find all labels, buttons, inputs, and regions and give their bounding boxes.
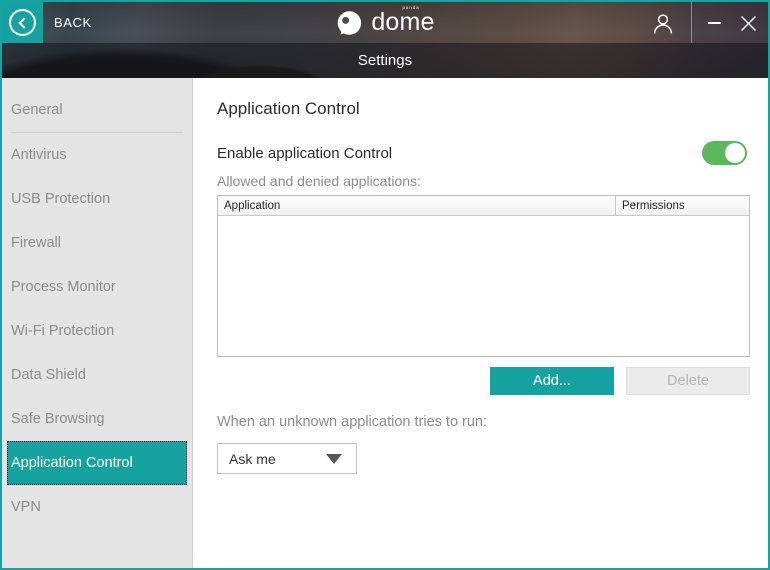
unknown-application-label: When an unknown application tries to run… <box>217 414 488 430</box>
enable-application-control-toggle[interactable] <box>702 141 747 165</box>
sidebar-item-usb-protection[interactable]: USB Protection <box>2 177 192 221</box>
unknown-application-action-dropdown[interactable]: Ask me <box>217 443 357 474</box>
chevron-left-circle-icon <box>9 9 36 36</box>
minimize-button[interactable] <box>702 11 726 35</box>
sidebar-item-label: VPN <box>11 499 41 515</box>
enable-application-control-row: Enable application Control <box>217 140 747 166</box>
sidebar-item-general[interactable]: General <box>2 88 192 132</box>
page-title: Application Control <box>217 99 360 118</box>
sidebar-item-application-control[interactable]: Application Control <box>7 441 187 485</box>
sidebar-item-safe-browsing[interactable]: Safe Browsing <box>2 397 192 441</box>
sidebar-item-label: Data Shield <box>11 367 86 383</box>
back-label[interactable]: BACK <box>54 15 92 30</box>
table-action-buttons: Add... Delete <box>217 367 750 395</box>
brand-word: dome <box>371 8 435 36</box>
settings-sidebar: General Antivirus USB Protection Firewal… <box>2 78 193 568</box>
settings-subheader: Settings <box>2 43 768 78</box>
column-header-permissions[interactable]: Permissions <box>616 196 749 215</box>
applications-table[interactable]: Application Permissions <box>217 195 750 357</box>
enable-application-control-label: Enable application Control <box>217 144 393 162</box>
title-bar: BACK panda dome Settings <box>2 2 768 78</box>
settings-title: Settings <box>357 52 413 69</box>
sidebar-item-label: Antivirus <box>11 147 67 163</box>
user-account-icon[interactable] <box>650 11 676 37</box>
sidebar-item-data-shield[interactable]: Data Shield <box>2 353 192 397</box>
panda-dome-logo-icon <box>335 9 363 37</box>
table-body-empty[interactable] <box>218 216 749 356</box>
sidebar-item-antivirus[interactable]: Antivirus <box>2 133 192 177</box>
sidebar-item-label: General <box>11 102 63 118</box>
delete-button: Delete <box>626 367 750 395</box>
sidebar-item-process-monitor[interactable]: Process Monitor <box>2 265 192 309</box>
dropdown-selected-value: Ask me <box>229 450 276 467</box>
sidebar-item-vpn[interactable]: VPN <box>2 485 192 529</box>
sidebar-item-label: Application Control <box>11 455 133 471</box>
allowed-denied-applications-label: Allowed and denied applications: <box>217 173 421 189</box>
back-button[interactable] <box>2 2 43 43</box>
sidebar-item-label: Safe Browsing <box>11 411 105 427</box>
toggle-knob <box>725 143 745 163</box>
sidebar-item-label: Process Monitor <box>11 279 116 295</box>
settings-content-panel: Application Control Enable application C… <box>194 78 768 568</box>
chevron-down-icon <box>326 453 342 464</box>
sidebar-item-label: USB Protection <box>11 191 111 207</box>
brand-logo: panda dome <box>335 5 435 37</box>
close-button[interactable] <box>736 11 760 35</box>
sidebar-item-firewall[interactable]: Firewall <box>2 221 192 265</box>
add-button[interactable]: Add... <box>490 367 614 395</box>
sidebar-item-label: Wi-Fi Protection <box>11 323 115 339</box>
application-window: BACK panda dome Settings General Antivir… <box>0 0 770 570</box>
brand-subtext: panda <box>402 5 420 10</box>
sidebar-item-wifi-protection[interactable]: Wi-Fi Protection <box>2 309 192 353</box>
table-header-row: Application Permissions <box>218 196 749 216</box>
brand-wordmark: panda dome <box>371 5 435 37</box>
sidebar-item-label: Firewall <box>11 235 61 251</box>
titlebar-divider <box>691 2 692 43</box>
column-header-application[interactable]: Application <box>218 196 616 215</box>
